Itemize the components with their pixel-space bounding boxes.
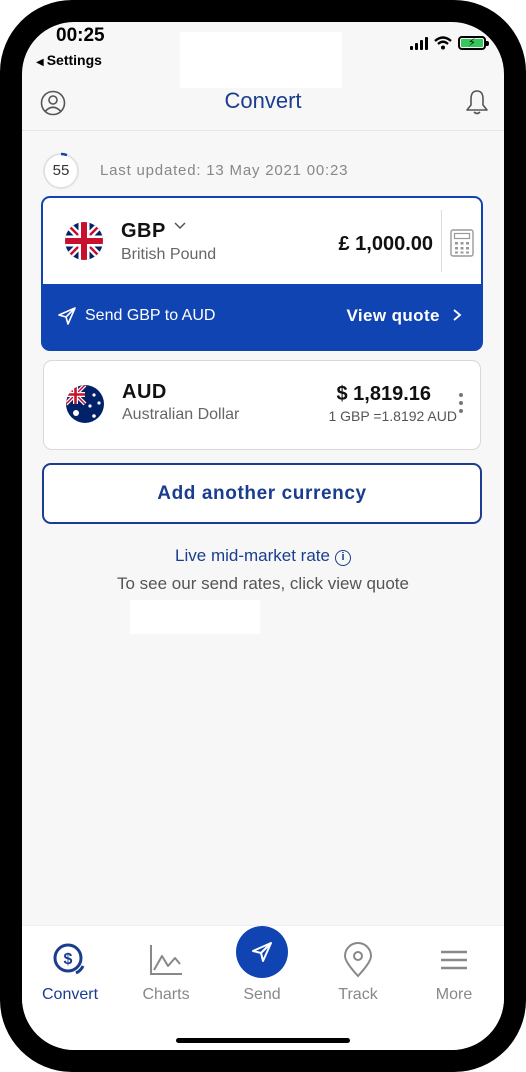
target-currency-card[interactable]: AUD Australian Dollar $ 1,819.16 1 GBP =… [43, 360, 481, 450]
calculator-icon[interactable] [450, 229, 474, 257]
page-title: Convert [224, 88, 302, 113]
refresh-countdown: 55 [42, 152, 80, 190]
view-quote-label: View quote [346, 306, 440, 325]
send-button-circle [236, 926, 288, 978]
back-label: Settings [46, 52, 102, 68]
send-label: Send GBP to AUD [85, 307, 216, 324]
svg-text:$: $ [64, 951, 73, 968]
info-icon: i [334, 550, 351, 566]
tab-convert[interactable]: $ Convert [22, 926, 118, 1016]
tab-label: Convert [41, 986, 99, 1003]
phone-frame: 00:25 ◀ Settings ⚡ Convert 55 Last updat… [0, 0, 526, 1072]
more-options-icon[interactable] [459, 393, 465, 413]
redacted-area [180, 32, 342, 88]
back-triangle-icon: ◀ [36, 57, 44, 68]
home-indicator[interactable] [176, 1038, 350, 1043]
wifi-icon [434, 36, 452, 50]
target-currency-code: AUD [122, 381, 167, 403]
target-currency-name: Australian Dollar [122, 406, 240, 423]
chevron-down-icon[interactable] [173, 218, 187, 235]
tab-track[interactable]: Track [310, 926, 406, 1016]
last-updated-text: Last updated: 13 May 2021 00:23 [100, 162, 349, 179]
live-rate-info[interactable]: Live mid-market rate i [22, 546, 504, 566]
add-currency-button[interactable]: Add another currency [42, 463, 482, 524]
countdown-value: 55 [52, 162, 70, 179]
tab-label: Track [338, 986, 378, 1003]
amount-divider [441, 210, 442, 272]
send-rates-note: To see our send rates, click view quote [117, 574, 409, 593]
status-time: 00:25 [56, 25, 105, 46]
base-currency-card: GBP British Pound £ 1,000.00 Send GBP to… [41, 196, 483, 351]
view-quote-button[interactable]: View quote [346, 306, 463, 326]
tab-label: Charts [142, 986, 190, 1003]
base-currency-code: GBP [121, 220, 166, 242]
tab-more[interactable]: More [406, 926, 502, 1016]
australia-flag-icon [66, 385, 104, 423]
live-rate-label: Live mid-market rate [175, 546, 330, 565]
app-screen: 00:25 ◀ Settings ⚡ Convert 55 Last updat… [22, 22, 504, 1050]
send-gbp-to-aud-button[interactable]: Send GBP to AUD [57, 306, 215, 326]
line-chart-icon [150, 945, 182, 975]
base-currency-name: British Pound [121, 246, 217, 263]
tab-charts[interactable]: Charts [118, 926, 214, 1016]
base-currency-row[interactable]: GBP British Pound £ 1,000.00 [43, 198, 481, 284]
tab-send[interactable]: Send [214, 926, 310, 1016]
base-amount[interactable]: £ 1,000.00 [338, 233, 433, 256]
status-icons: ⚡ [410, 36, 489, 50]
tab-label: Send [243, 986, 281, 1003]
header-divider [22, 130, 504, 131]
exchange-rate: 1 GBP =1.8192 AUD [328, 408, 457, 424]
map-pin-icon [343, 942, 373, 978]
tab-label: More [435, 986, 473, 1003]
paper-plane-icon [58, 307, 76, 325]
cellular-signal-icon [410, 36, 428, 50]
battery-charging-icon: ⚡ [458, 36, 489, 50]
chevron-right-icon [453, 309, 462, 321]
menu-icon [441, 950, 467, 970]
target-amount: $ 1,819.16 [336, 383, 431, 405]
bottom-tab-bar: $ Convert Charts Send Track More [22, 925, 504, 1050]
redacted-area [130, 600, 260, 634]
back-to-settings-link[interactable]: ◀ Settings [36, 52, 102, 68]
bell-icon[interactable] [464, 88, 490, 116]
dollar-coins-icon: $ [53, 943, 85, 975]
uk-flag-icon [65, 222, 103, 260]
paper-plane-icon [252, 942, 272, 962]
